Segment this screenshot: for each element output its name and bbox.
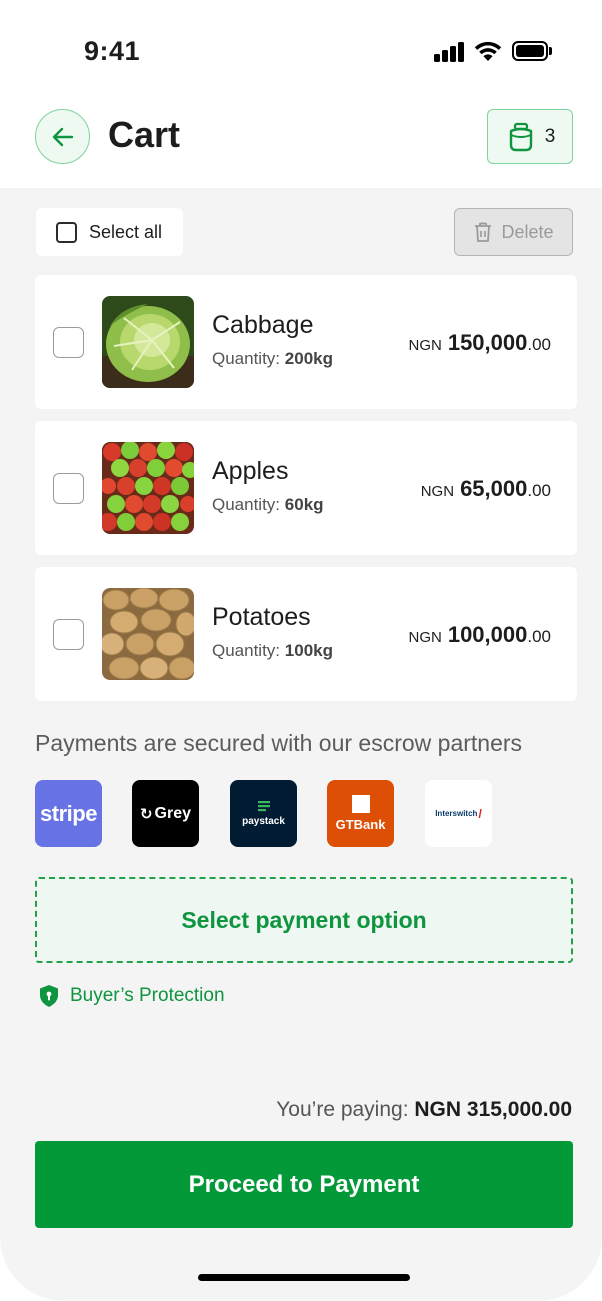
- price-decimals: .00: [527, 335, 551, 354]
- buyers-protection-label: Buyer’s Protection: [70, 985, 225, 1006]
- select-all-checkbox[interactable]: Select all: [36, 208, 183, 256]
- interswitch-logo: Interswitch /: [425, 780, 492, 847]
- item-quantity: Quantity: 100kg: [212, 641, 333, 661]
- grey-logo: ↻ Grey: [132, 780, 199, 847]
- price-amount: 150,000: [447, 330, 528, 355]
- basket-count: 3: [544, 125, 556, 147]
- cart-item: Potatoes Quantity: 100kg NGN 100,000 .00: [35, 567, 577, 701]
- shield-icon: [40, 985, 58, 1007]
- paystack-logo: paystack: [230, 780, 297, 847]
- wifi-icon: [474, 41, 502, 61]
- cart-item: Cabbage Quantity: 200kg NGN 150,000 .00: [35, 275, 577, 409]
- cart-item: Apples Quantity: 60kg NGN 65,000 .00: [35, 421, 577, 555]
- payment-option-label: Select payment option: [181, 906, 427, 933]
- escrow-text: Payments are secured with our escrow par…: [35, 730, 523, 756]
- item-price: NGN 65,000 .00: [421, 476, 551, 502]
- item-checkbox[interactable]: [53, 619, 84, 650]
- basket-button[interactable]: 3: [487, 109, 573, 164]
- item-price: NGN 100,000 .00: [408, 622, 551, 648]
- item-name: Cabbage: [212, 311, 314, 339]
- payment-summary: You’re paying: NGN 315,000.00: [276, 1098, 572, 1122]
- cellular-signal-icon: [434, 42, 464, 62]
- price-amount: 65,000: [460, 476, 528, 501]
- proceed-to-payment-button[interactable]: Proceed to Payment: [35, 1141, 573, 1228]
- price-currency: NGN: [420, 483, 455, 500]
- stripe-logo: stripe: [35, 780, 102, 847]
- gtbank-logo: GTBank: [327, 780, 394, 847]
- quantity-value: 100kg: [284, 641, 333, 660]
- select-all-label: Select all: [89, 221, 163, 242]
- item-name: Apples: [212, 457, 289, 485]
- quantity-label: Quantity:: [212, 349, 281, 368]
- item-checkbox[interactable]: [53, 473, 84, 504]
- phone-screen: 9:41 Cart 3 Select all Delete Cabbage Qu…: [0, 0, 602, 1301]
- checkbox-icon[interactable]: [56, 221, 77, 243]
- product-image-apples: [102, 442, 194, 534]
- proceed-label: Proceed to Payment: [188, 1170, 420, 1198]
- home-indicator[interactable]: [198, 1274, 410, 1281]
- quantity-label: Quantity:: [212, 495, 281, 514]
- item-quantity: Quantity: 200kg: [212, 349, 333, 369]
- paying-total: NGN 315,000.00: [414, 1098, 572, 1121]
- back-button[interactable]: [35, 109, 90, 164]
- arrow-left-icon: [52, 127, 73, 146]
- buyers-protection: Buyer’s Protection: [38, 984, 225, 1008]
- delete-label: Delete: [501, 221, 554, 242]
- price-decimals: .00: [527, 627, 551, 646]
- status-bar: 9:41: [0, 0, 602, 100]
- price-currency: NGN: [408, 337, 442, 354]
- item-name: Potatoes: [212, 603, 311, 631]
- basket-icon: [509, 122, 532, 151]
- price-currency: NGN: [408, 629, 442, 646]
- status-time: 9:41: [84, 36, 141, 66]
- select-payment-option-button[interactable]: Select payment option: [35, 877, 573, 963]
- cart-content: Select all Delete Cabbage Quantity: 200k…: [0, 188, 602, 1301]
- paying-label: You’re paying:: [276, 1098, 409, 1121]
- trash-icon: [475, 222, 492, 242]
- product-image-cabbage: [102, 296, 194, 388]
- item-checkbox[interactable]: [53, 327, 84, 358]
- price-decimals: .00: [527, 481, 551, 500]
- header: Cart 3: [0, 100, 602, 188]
- price-amount: 100,000: [447, 622, 528, 647]
- item-quantity: Quantity: 60kg: [212, 495, 324, 515]
- delete-button[interactable]: Delete: [454, 208, 573, 256]
- quantity-label: Quantity:: [212, 641, 281, 660]
- product-image-potatoes: [102, 588, 194, 680]
- quantity-value: 60kg: [284, 495, 324, 514]
- battery-icon: [512, 41, 552, 61]
- item-price: NGN 150,000 .00: [408, 330, 551, 356]
- page-title: Cart: [108, 114, 181, 155]
- quantity-value: 200kg: [284, 349, 333, 368]
